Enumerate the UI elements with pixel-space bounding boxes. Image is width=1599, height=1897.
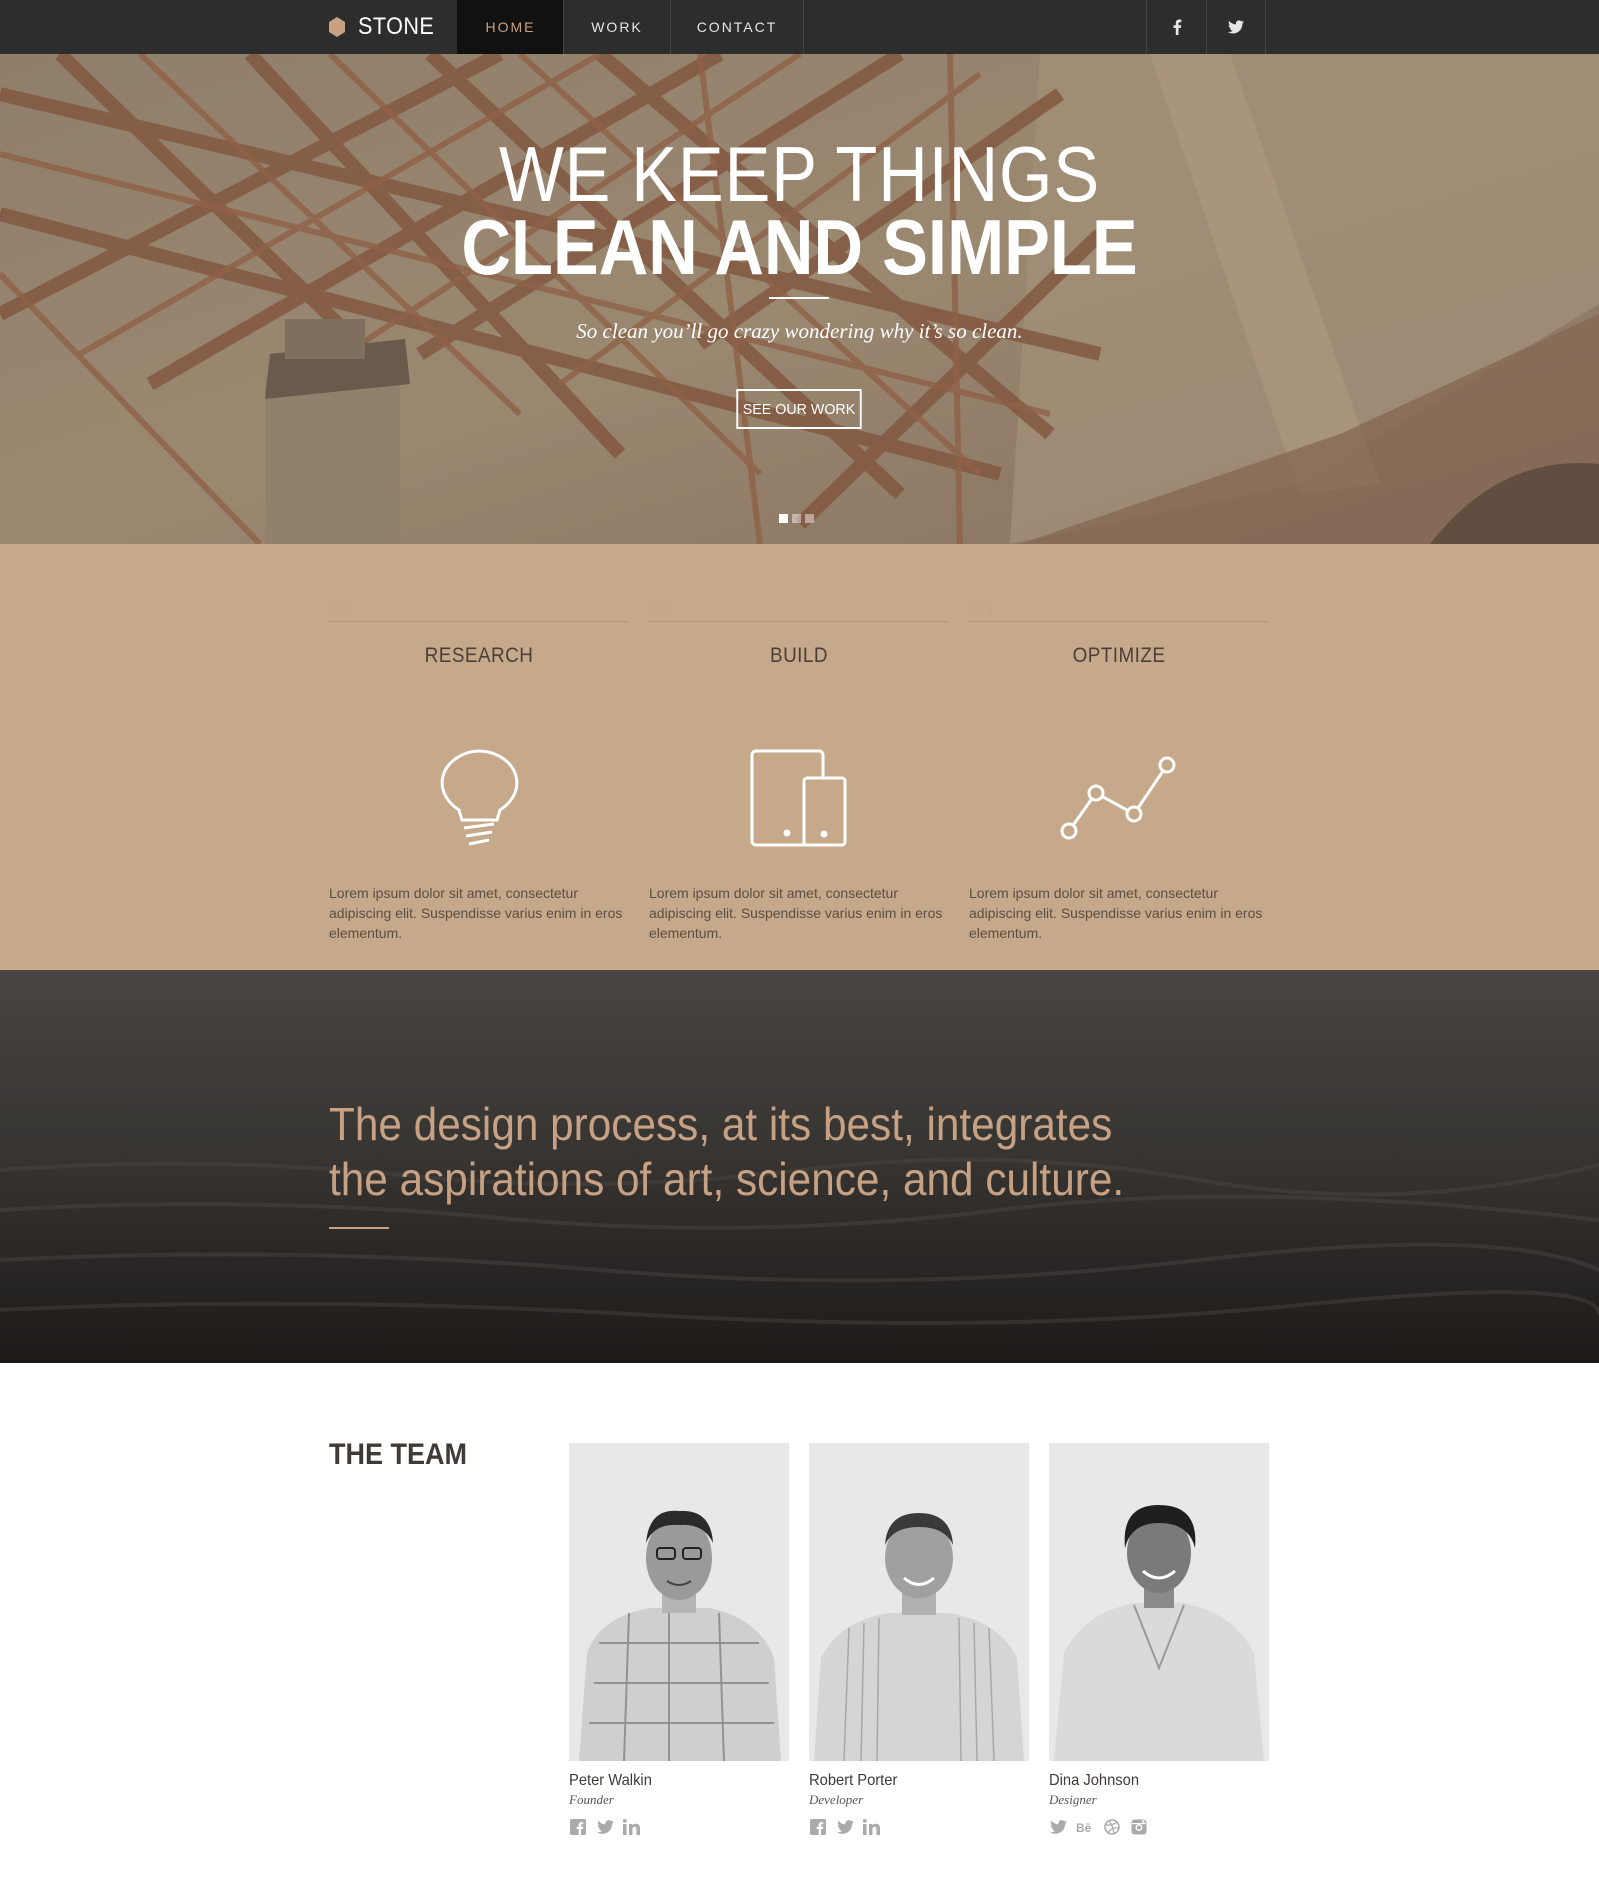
person-photo xyxy=(569,1443,789,1761)
member-role: Founder xyxy=(569,1792,614,1807)
slider-dot[interactable] xyxy=(805,514,814,523)
nav-item-label: WORK xyxy=(591,19,643,35)
instagram-icon[interactable] xyxy=(1130,1818,1148,1836)
feature-number: 003 xyxy=(969,603,1269,622)
linkedin-icon[interactable] xyxy=(863,1818,881,1836)
slider-pagination xyxy=(779,514,814,523)
member-social xyxy=(809,1818,1029,1836)
slider-dot[interactable] xyxy=(792,514,801,523)
feature-number: 001 xyxy=(329,603,629,622)
nav-item-contact[interactable]: CONTACT xyxy=(670,0,804,54)
hero-slider: WE KEEP THINGS CLEAN AND SIMPLE So clean… xyxy=(0,54,1599,544)
quote-section: The design process, at its best, integra… xyxy=(0,970,1599,1363)
team-member-peter-walkin: Peter Walkin Founder xyxy=(569,1443,789,1836)
member-photo xyxy=(569,1443,789,1761)
nav-facebook-link[interactable] xyxy=(1146,0,1206,54)
svg-text:Bē: Bē xyxy=(1076,1821,1092,1833)
linkedin-icon[interactable] xyxy=(623,1818,641,1836)
quote-divider xyxy=(329,1227,389,1229)
team-member-dina-johnson: Dina Johnson Designer Bē xyxy=(1049,1443,1269,1836)
twitter-icon xyxy=(1228,20,1244,34)
feature-research: 001 RESEARCH Lorem ipsum dolor sit amet,… xyxy=(329,603,629,941)
facebook-icon xyxy=(1173,19,1181,35)
nav-item-home[interactable]: HOME xyxy=(457,0,563,54)
twitter-icon[interactable] xyxy=(836,1818,854,1836)
hero-subtitle: So clean you’ll go crazy wondering why i… xyxy=(576,319,1023,343)
feature-title: OPTIMIZE xyxy=(1072,644,1166,667)
feature-title: BUILD xyxy=(770,644,828,667)
nav-twitter-link[interactable] xyxy=(1206,0,1266,54)
slider-dot[interactable] xyxy=(779,514,788,523)
nav-item-work[interactable]: WORK xyxy=(563,0,670,54)
feature-optimize: 003 OPTIMIZE Lorem ipsum dolor sit amet,… xyxy=(969,603,1269,941)
member-name: Peter Walkin xyxy=(569,1772,652,1789)
dribbble-icon[interactable] xyxy=(1103,1818,1121,1836)
features-section: 001 RESEARCH Lorem ipsum dolor sit amet,… xyxy=(0,544,1599,970)
nav-item-label: HOME xyxy=(485,19,536,35)
top-navigation: STONE HOME WORK CONTACT xyxy=(0,0,1599,54)
line-graph-icon xyxy=(1060,756,1176,840)
behance-icon[interactable]: Bē xyxy=(1076,1818,1094,1836)
hero-heading-line2: CLEAN AND SIMPLE xyxy=(461,203,1138,291)
facebook-icon[interactable] xyxy=(809,1818,827,1836)
feature-build: 002 BUILD Lorem ipsum dolor sit amet, co… xyxy=(649,603,949,941)
team-heading: THE TEAM xyxy=(329,1438,467,1471)
hero-divider xyxy=(769,297,829,299)
member-photo xyxy=(1049,1443,1269,1761)
person-photo xyxy=(1049,1443,1269,1761)
feature-text: Lorem ipsum dolor sit amet, consectetur … xyxy=(969,885,1263,941)
main-menu: HOME WORK CONTACT xyxy=(457,0,804,54)
feature-text: Lorem ipsum dolor sit amet, consectetur … xyxy=(649,885,943,941)
member-role: Designer xyxy=(1049,1792,1097,1807)
feature-text: Lorem ipsum dolor sit amet, consectetur … xyxy=(329,885,623,941)
member-role: Developer xyxy=(809,1792,864,1807)
person-photo xyxy=(809,1443,1029,1761)
member-name: Robert Porter xyxy=(809,1772,898,1789)
see-our-work-button[interactable]: SEE OUR WORK xyxy=(736,389,862,429)
quote-text: The design process, at its best, integra… xyxy=(329,1098,1125,1205)
member-name: Dina Johnson xyxy=(1049,1772,1140,1789)
feature-number: 002 xyxy=(649,603,949,622)
nav-item-label: CONTACT xyxy=(696,19,778,35)
devices-icon xyxy=(750,749,847,847)
bridge-background-image xyxy=(0,54,1599,544)
nav-social xyxy=(1146,0,1266,54)
facebook-icon[interactable] xyxy=(569,1818,587,1836)
lightbulb-icon xyxy=(440,749,519,846)
member-social: Bē xyxy=(1049,1818,1269,1836)
brand-name: STONE xyxy=(358,13,435,40)
twitter-icon[interactable] xyxy=(596,1818,614,1836)
twitter-icon[interactable] xyxy=(1049,1818,1067,1836)
stone-logo-icon xyxy=(329,17,345,37)
team-member-robert-porter: Robert Porter Developer xyxy=(809,1443,1029,1836)
member-social xyxy=(569,1818,789,1836)
member-photo xyxy=(809,1443,1029,1761)
feature-title: RESEARCH xyxy=(424,644,534,667)
brand-logo[interactable]: STONE xyxy=(328,0,443,54)
